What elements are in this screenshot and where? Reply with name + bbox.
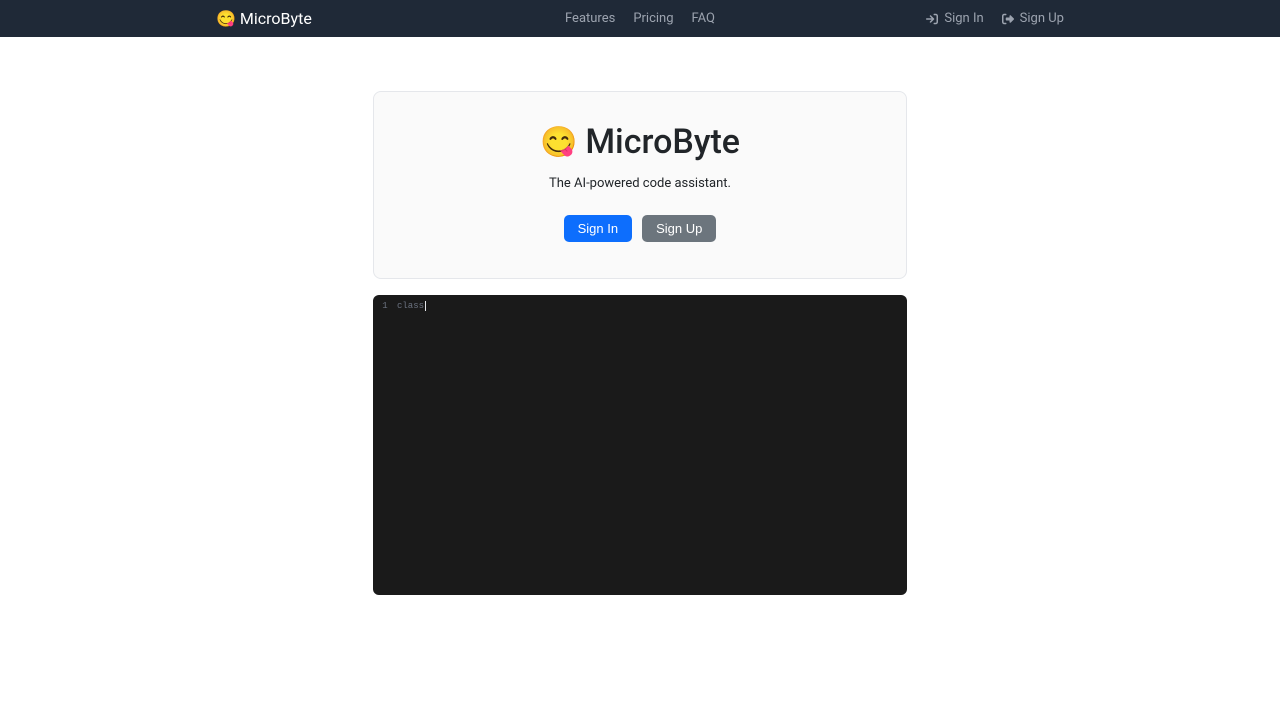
signup-label: Sign Up <box>1020 11 1064 26</box>
main-container: 😋 MicroByte The AI-powered code assistan… <box>373 91 907 595</box>
brand-text: MicroByte <box>240 9 312 28</box>
hero-title-text: MicroByte <box>585 122 740 162</box>
signin-label: Sign In <box>944 11 983 26</box>
editor-line: 1 class <box>373 301 907 311</box>
nav-link-faq[interactable]: FAQ <box>692 11 715 26</box>
hero-signin-button[interactable]: Sign In <box>564 215 632 242</box>
hero-title: 😋 MicroByte <box>414 122 866 162</box>
nav-link-signin[interactable]: Sign In <box>926 11 983 26</box>
navbar-center-links: Features Pricing FAQ <box>565 11 715 26</box>
navbar-brand-link[interactable]: 😋 MicroByte <box>216 9 312 28</box>
code-editor[interactable]: 1 class <box>373 295 907 595</box>
signup-icon <box>1002 13 1014 25</box>
brand-emoji-icon: 😋 <box>216 9 236 28</box>
line-number: 1 <box>373 301 397 311</box>
hero-emoji-icon: 😋 <box>540 125 577 160</box>
navbar: 😋 MicroByte Features Pricing FAQ Sign In… <box>0 0 1280 37</box>
editor-text: class <box>397 301 424 311</box>
editor-cursor-icon <box>425 301 426 311</box>
hero-buttons: Sign In Sign Up <box>414 215 866 242</box>
hero-card: 😋 MicroByte The AI-powered code assistan… <box>373 91 907 279</box>
signin-icon <box>926 13 938 25</box>
navbar-brand-container: 😋 MicroByte <box>216 9 312 28</box>
nav-link-features[interactable]: Features <box>565 11 615 26</box>
nav-link-signup[interactable]: Sign Up <box>1002 11 1064 26</box>
nav-link-pricing[interactable]: Pricing <box>633 11 673 26</box>
line-content: class <box>397 301 426 311</box>
hero-signup-button[interactable]: Sign Up <box>642 215 716 242</box>
navbar-auth-links: Sign In Sign Up <box>926 11 1064 26</box>
hero-subtitle: The AI-powered code assistant. <box>414 176 866 191</box>
